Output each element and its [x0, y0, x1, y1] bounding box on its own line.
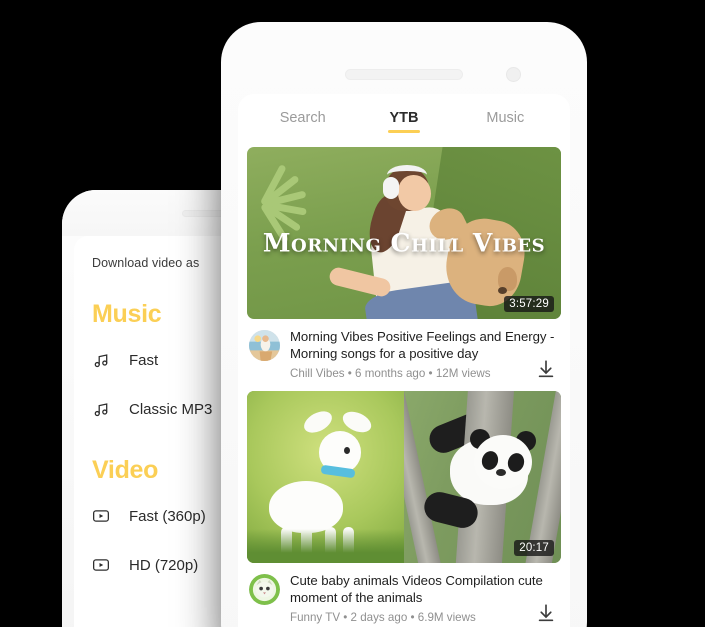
video-thumbnail[interactable]: Morning Chill Vibes 3:57:29 [247, 147, 561, 319]
video-list: Morning Chill Vibes 3:57:29 Morning Vibe… [238, 133, 570, 624]
music-note-icon [92, 400, 110, 418]
video-subtitle: Chill Vibes • 6 months ago • 12M views [290, 367, 491, 380]
thumbnail-art [404, 391, 561, 563]
option-label: Fast [129, 351, 159, 369]
app-screen: Search YTB Music Morning Chill Vibes 3:5… [238, 94, 570, 627]
avatar[interactable] [249, 330, 280, 361]
video-meta: Cute baby animals Videos Compilation cut… [247, 563, 561, 624]
play-box-icon [92, 556, 110, 574]
video-text: Cute baby animals Videos Compilation cut… [290, 572, 559, 624]
tab-ytb[interactable]: YTB [353, 110, 454, 133]
video-meta: Morning Vibes Positive Feelings and Ener… [247, 319, 561, 380]
music-note-icon [92, 351, 110, 369]
front-camera [506, 67, 521, 82]
list-item[interactable]: Morning Chill Vibes 3:57:29 Morning Vibe… [247, 147, 561, 380]
video-duration-badge: 20:17 [514, 540, 554, 556]
thumbnail-art [247, 391, 404, 563]
avatar[interactable] [249, 574, 280, 605]
download-arrow-icon[interactable] [535, 358, 557, 380]
video-title: Morning Vibes Positive Feelings and Ener… [290, 329, 555, 361]
video-text: Morning Vibes Positive Feelings and Ener… [290, 328, 559, 380]
option-label: Classic MP3 [129, 400, 213, 418]
tab-music[interactable]: Music [455, 110, 556, 133]
tab-bar: Search YTB Music [238, 94, 570, 133]
download-arrow-icon[interactable] [535, 602, 557, 624]
option-label: Fast (360p) [129, 507, 206, 525]
video-subtitle: Funny TV • 2 days ago • 6.9M views [290, 611, 476, 624]
list-item[interactable]: 20:17 Cute baby animals Videos Compilati… [247, 391, 561, 624]
option-label: HD (720p) [129, 556, 199, 574]
earpiece-speaker [345, 69, 463, 80]
thumbnail-art [498, 287, 507, 294]
play-box-icon [92, 507, 110, 525]
video-title: Cute baby animals Videos Compilation cut… [290, 573, 543, 605]
thumbnail-art [362, 165, 432, 257]
video-duration-badge: 3:57:29 [504, 296, 554, 312]
primary-phone-mockup: Search YTB Music Morning Chill Vibes 3:5… [221, 22, 587, 627]
social-platform-icons [630, 0, 705, 627]
promo-composition: Download video as Music Fast Classic MP3… [0, 0, 705, 627]
video-thumbnail[interactable]: 20:17 [247, 391, 561, 563]
tab-search[interactable]: Search [252, 110, 353, 133]
thumbnail-overlay-title: Morning Chill Vibes [262, 228, 546, 258]
